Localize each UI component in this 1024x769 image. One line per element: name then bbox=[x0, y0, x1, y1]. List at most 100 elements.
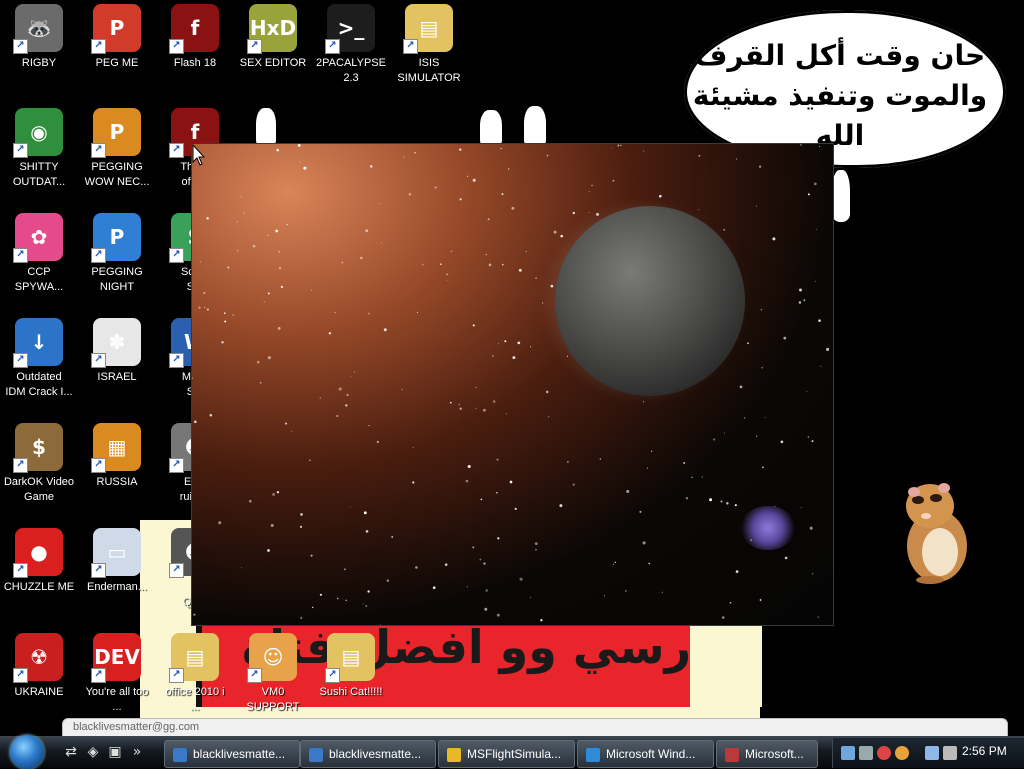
star bbox=[309, 459, 311, 461]
tray-app-icon[interactable] bbox=[841, 746, 855, 760]
icon-sushi-cat[interactable]: ▤ ↗ Sushi Cat!!!!! bbox=[312, 633, 390, 700]
address-strip-text: blacklivesmatter@gg.com bbox=[73, 721, 200, 733]
icon-2pacalypse[interactable]: >_ ↗ 2PACALYPSE 2.3 bbox=[312, 4, 390, 86]
desktop-icon-label: CCP SPYWA... bbox=[14, 266, 64, 293]
mouse-cursor-icon bbox=[192, 144, 206, 166]
star bbox=[193, 613, 196, 616]
star bbox=[414, 152, 416, 154]
icon-office-2010[interactable]: ▤ ↗ office 2010 i ... bbox=[156, 633, 234, 715]
taskbar-button-label: MSFlightSimula... bbox=[467, 747, 562, 761]
star bbox=[224, 320, 227, 323]
icon-dev-cpp[interactable]: DEV ↗ You're all too ... bbox=[78, 633, 156, 715]
quick-launch-icon[interactable]: ⇄ bbox=[62, 744, 80, 760]
icon-peg-me[interactable]: P ↗ PEG ME bbox=[78, 4, 156, 71]
star bbox=[237, 250, 239, 252]
star bbox=[223, 312, 226, 315]
icon-outdated-idm[interactable]: ↓ ↗ Outdated IDM Crack I... bbox=[0, 318, 78, 400]
star bbox=[724, 432, 726, 434]
taskbar-button[interactable]: Microsoft Wind... bbox=[577, 740, 714, 768]
taskbar-button[interactable]: blacklivesmatte... bbox=[300, 740, 436, 768]
star bbox=[475, 387, 477, 389]
star bbox=[505, 413, 507, 415]
space-game-window[interactable] bbox=[191, 143, 834, 626]
star bbox=[286, 223, 288, 226]
taskbar-button[interactable]: Microsoft... bbox=[716, 740, 818, 768]
star bbox=[572, 483, 575, 486]
star bbox=[798, 301, 802, 304]
star bbox=[620, 144, 622, 147]
tray-search-icon[interactable] bbox=[895, 746, 909, 760]
star bbox=[284, 422, 288, 425]
star bbox=[698, 154, 701, 157]
star bbox=[743, 417, 746, 419]
icon-ccp-spyware[interactable]: ✿ ↗ CCP SPYWA... bbox=[0, 213, 78, 295]
star bbox=[529, 597, 532, 599]
quick-launch-icon[interactable]: ▣ bbox=[106, 744, 124, 760]
star bbox=[422, 263, 424, 266]
quick-launch-icon[interactable]: » bbox=[128, 744, 146, 760]
icon-vm0-support[interactable]: ☺ ↗ VM0 SUPPORT bbox=[234, 633, 312, 715]
star bbox=[535, 549, 537, 551]
star bbox=[319, 397, 322, 399]
star bbox=[465, 479, 469, 483]
star bbox=[517, 341, 521, 345]
icon-ukraine[interactable]: ☢ ↗ UKRAINE bbox=[0, 633, 78, 700]
star bbox=[256, 360, 260, 364]
icon-sex-editor[interactable]: HxD ↗ SEX EDITOR bbox=[234, 4, 312, 71]
star bbox=[475, 407, 477, 409]
tray-security-icon[interactable] bbox=[877, 746, 891, 760]
star bbox=[278, 266, 282, 270]
star bbox=[459, 148, 462, 151]
star bbox=[698, 209, 700, 211]
star bbox=[800, 144, 802, 146]
star bbox=[545, 390, 549, 394]
taskbar-button[interactable]: blacklivesmatte... bbox=[164, 740, 300, 768]
star bbox=[204, 306, 206, 309]
taskbar-app-icon bbox=[309, 747, 323, 762]
star bbox=[807, 436, 810, 438]
star bbox=[472, 178, 476, 182]
star bbox=[227, 266, 230, 269]
tray-display-icon[interactable] bbox=[925, 746, 939, 760]
icon-pegging-night-image-icon: P ↗ bbox=[91, 213, 141, 263]
shortcut-arrow-icon: ↗ bbox=[91, 39, 106, 54]
icon-russia[interactable]: ▦ ↗ RUSSIA bbox=[78, 423, 156, 490]
address-strip[interactable]: blacklivesmatter@gg.com bbox=[62, 718, 1008, 736]
star bbox=[369, 165, 373, 168]
star bbox=[713, 438, 716, 441]
bubble-line-1: حان وقت أكل القرف bbox=[694, 39, 986, 72]
quick-launch-icon[interactable]: ◈ bbox=[84, 744, 102, 760]
star bbox=[206, 308, 209, 311]
tray-network-icon[interactable] bbox=[859, 746, 873, 760]
icon-pegging-wow[interactable]: P ↗ PEGGING WOW NEC... bbox=[78, 108, 156, 190]
star bbox=[209, 413, 213, 417]
tray-volume-icon[interactable] bbox=[943, 746, 957, 760]
star bbox=[206, 217, 209, 220]
star bbox=[614, 561, 616, 563]
star bbox=[297, 144, 301, 147]
icon-rigby[interactable]: 🦝 ↗ RIGBY bbox=[0, 4, 78, 71]
star bbox=[259, 381, 262, 384]
clock[interactable]: 2:56 PM bbox=[962, 744, 1007, 758]
star bbox=[440, 263, 442, 265]
star bbox=[596, 212, 599, 216]
star bbox=[267, 356, 271, 360]
taskbar-button[interactable]: MSFlightSimula... bbox=[438, 740, 575, 768]
shortcut-arrow-icon: ↗ bbox=[325, 668, 340, 683]
icon-isis-simulator[interactable]: ▤ ↗ ISIS SIMULATOR bbox=[390, 4, 468, 86]
star bbox=[496, 458, 499, 461]
icon-shitty-outdated[interactable]: ◉ ↗ SHITTY OUTDAT... bbox=[0, 108, 78, 190]
star bbox=[391, 535, 394, 538]
desktop-icon-label: CHUZZLE ME bbox=[3, 581, 75, 593]
icon-pegging-night[interactable]: P ↗ PEGGING NIGHT bbox=[78, 213, 156, 295]
icon-enderman[interactable]: ▭ ↗ Enderman... bbox=[78, 528, 156, 595]
start-button[interactable] bbox=[6, 735, 50, 769]
star bbox=[603, 595, 606, 597]
icon-chuzzle-me[interactable]: ● ↗ CHUZZLE ME bbox=[0, 528, 78, 595]
icon-israel[interactable]: ✽ ↗ ISRAEL bbox=[78, 318, 156, 385]
star bbox=[497, 343, 499, 344]
icon-flash-18[interactable]: f ↗ Flash 18 bbox=[156, 4, 234, 71]
icon-darkok[interactable]: $ ↗ DarkOK Video Game bbox=[0, 423, 78, 505]
star bbox=[412, 481, 415, 484]
star bbox=[701, 476, 703, 478]
